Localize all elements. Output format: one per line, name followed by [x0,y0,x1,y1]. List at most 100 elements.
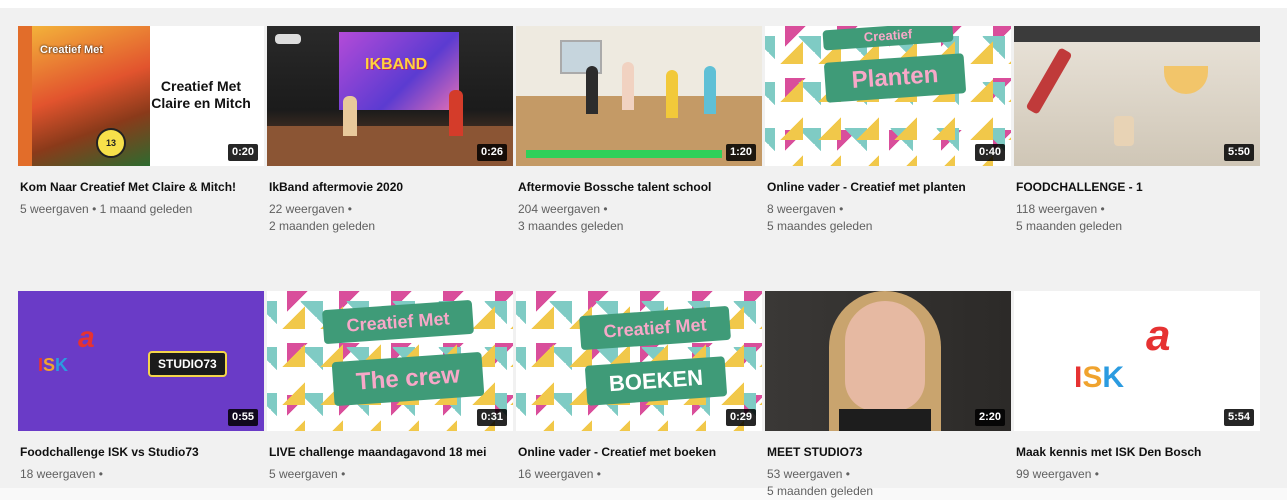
poster-title: Creatief Met [40,44,103,56]
bowl [1164,66,1208,94]
video-meta: 16 weergaven • [518,466,743,483]
video-card[interactable]: 1:20 Aftermovie Bossche talent school 20… [516,26,762,235]
upload-age: 2 maanden geleden [269,219,376,233]
video-thumbnail[interactable]: 5:50 [1014,26,1260,166]
video-meta: 99 weergaven • [1016,466,1241,483]
person-shirt [839,409,931,431]
video-card[interactable]: 5:50 FOODCHALLENGE - 1 118 weergaven • 5… [1014,26,1260,235]
meta-separator: • [839,202,844,216]
video-title[interactable]: Foodchallenge ISK vs Studio73 [20,444,245,460]
video-row-1: Creatief Met 13 Creatief Met Claire en M… [18,26,1260,235]
video-card[interactable]: a ISK STUDIO73 0:55 Foodchallenge ISK vs… [18,291,264,500]
video-card[interactable]: Creatief Met The crew 0:31 LIVE challeng… [267,291,513,500]
video-title[interactable]: Online vader - Creatief met planten [767,179,992,195]
video-meta: 5 weergaven • 1 maand geleden [20,201,245,218]
duration-badge: 1:20 [725,144,756,161]
duration-badge: 0:31 [476,409,507,426]
meta-separator: • [845,467,850,481]
projection-screen: IKBAND [339,32,459,110]
view-count: 5 weergaven [269,467,338,481]
view-count: 5 weergaven [20,202,89,216]
dancer [704,66,716,114]
video-meta: 22 weergaven • 2 maanden geleden [269,201,494,235]
video-title[interactable]: MEET STUDIO73 [767,444,992,460]
video-thumbnail[interactable]: a ISK 5:54 [1014,291,1260,431]
table-edge [1014,26,1260,42]
video-card[interactable]: Creatief Met 13 Creatief Met Claire en M… [18,26,264,235]
bottle [1025,47,1073,115]
video-meta: 8 weergaven • 5 maandes geleden [767,201,992,235]
video-thumbnail[interactable]: 1:20 [516,26,762,166]
thumbnail-caption: IKBAND [365,56,428,73]
poster-image: Creatief Met 13 [18,26,150,166]
thumbnail-caption: STUDIO73 [148,351,227,377]
video-card[interactable]: Creatief Planten 0:40 Online vader - Cre… [765,26,1011,235]
meta-separator: • [98,467,103,481]
video-title[interactable]: FOODCHALLENGE - 1 [1016,179,1241,195]
duration-badge: 5:54 [1223,409,1254,426]
view-count: 53 weergaven [767,467,843,481]
duration-badge: 0:55 [227,409,258,426]
isk-logo: a ISK [1074,311,1171,394]
thumbnail-caption-top: Creatief Met [578,305,732,351]
performer [343,96,357,136]
video-card[interactable]: Creatief Met BOEKEN 0:29 Online vader - … [516,291,762,500]
dancer [666,70,678,118]
thumbnail-caption: Planten [823,53,967,103]
thumbnail-caption-top: Creatief Met [321,299,475,345]
video-title[interactable]: LIVE challenge maandagavond 18 mei [269,444,494,460]
video-card[interactable]: 2:20 MEET STUDIO73 53 weergaven • 5 maan… [765,291,1011,500]
meta-separator: • [347,202,352,216]
meta-separator: • [1100,202,1105,216]
dancer [622,62,634,110]
video-grid-panel: Creatief Met 13 Creatief Met Claire en M… [0,0,1287,498]
video-row-2: a ISK STUDIO73 0:55 Foodchallenge ISK vs… [18,291,1260,500]
video-meta: 204 weergaven • 3 maandes geleden [518,201,743,235]
isk-logo: a ISK [38,321,95,375]
lower-third-bar [526,150,722,158]
poster-badge: 13 [96,128,126,158]
video-card[interactable]: IKBAND 0:26 IkBand aftermovie 2020 22 we… [267,26,513,235]
video-thumbnail[interactable]: Creatief Met The crew 0:31 [267,291,513,431]
meta-separator: • [603,202,608,216]
view-count: 204 weergaven [518,202,601,216]
video-meta: 18 weergaven • [20,466,245,483]
meta-separator: • [596,467,601,481]
duration-badge: 0:20 [227,144,258,161]
video-thumbnail[interactable]: Creatief Met BOEKEN 0:29 [516,291,762,431]
duration-badge: 0:29 [725,409,756,426]
video-thumbnail[interactable]: Creatief Planten 0:40 [765,26,1011,166]
person-face [845,301,925,411]
video-card[interactable]: a ISK 5:54 Maak kennis met ISK Den Bosch… [1014,291,1260,500]
upload-age: 5 maandes geleden [767,219,873,233]
meta-separator: • [341,467,346,481]
view-count: 22 weergaven [269,202,345,216]
video-thumbnail[interactable]: a ISK STUDIO73 0:55 [18,291,264,431]
duration-badge: 5:50 [1223,144,1254,161]
duration-badge: 0:26 [476,144,507,161]
channel-logo [275,34,301,44]
video-thumbnail[interactable]: 2:20 [765,291,1011,431]
video-thumbnail[interactable]: IKBAND 0:26 [267,26,513,166]
thumbnail-caption: Creatief Met Claire en Mitch [151,78,251,111]
upload-age: 5 maanden geleden [1016,219,1123,233]
upload-age: 5 maanden geleden [767,484,874,498]
thumbnail-caption-top: Creatief [822,26,954,51]
duration-badge: 0:40 [974,144,1005,161]
video-title[interactable]: Kom Naar Creatief Met Claire & Mitch! [20,179,245,195]
cup [1114,116,1134,146]
performer [449,90,463,136]
meta-separator: • [1094,467,1099,481]
dancer [586,66,598,114]
gym-wall [516,26,762,96]
duration-badge: 2:20 [974,409,1005,426]
video-thumbnail[interactable]: Creatief Met 13 Creatief Met Claire en M… [18,26,264,166]
upload-age: 1 maand geleden [99,202,193,216]
video-title[interactable]: IkBand aftermovie 2020 [269,179,494,195]
view-count: 16 weergaven [518,467,594,481]
video-title[interactable]: Online vader - Creatief met boeken [518,444,743,460]
meta-separator: • [92,202,97,216]
video-title[interactable]: Aftermovie Bossche talent school [518,179,743,195]
video-title[interactable]: Maak kennis met ISK Den Bosch [1016,444,1241,460]
video-meta: 5 weergaven • [269,466,494,483]
